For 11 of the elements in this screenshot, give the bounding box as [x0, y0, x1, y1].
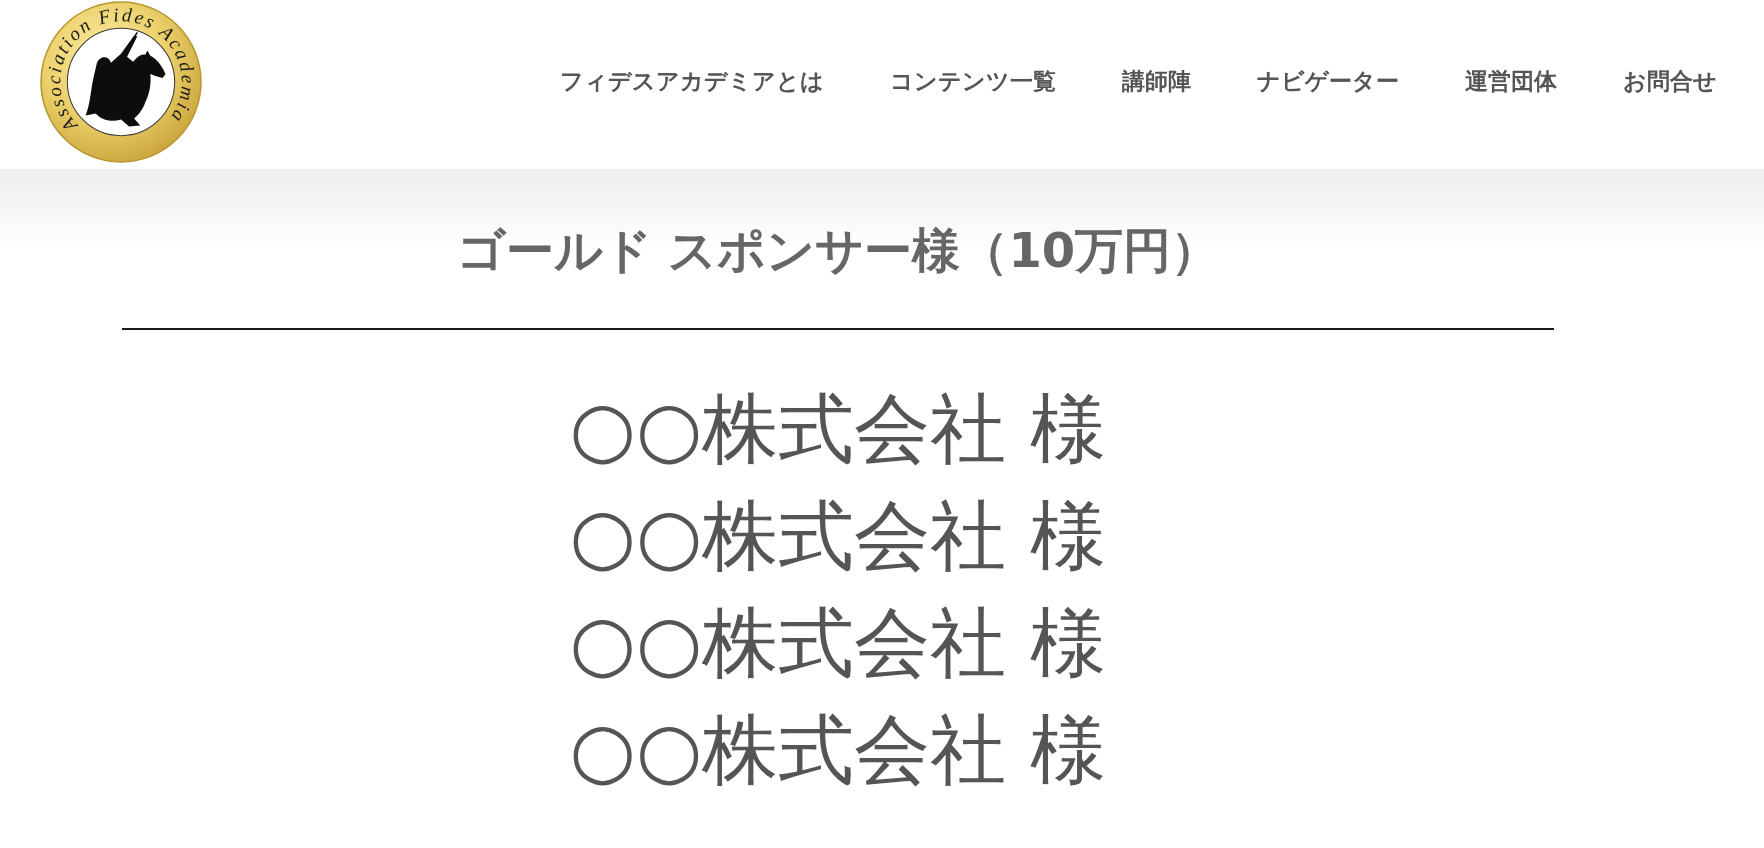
- nav-link[interactable]: お問合せ: [1623, 66, 1717, 97]
- sponsor-name: ○○株式会社 様: [569, 597, 1107, 689]
- nav-link[interactable]: 講師陣: [1122, 66, 1191, 97]
- nav-link[interactable]: コンテンツ一覧: [890, 66, 1056, 97]
- sponsor-name: ○○株式会社 様: [569, 490, 1107, 582]
- sponsor-name: ○○株式会社 様: [569, 383, 1107, 475]
- section-title: ゴールド スポンサー様（10万円）: [456, 221, 1220, 279]
- sponsor-name: ○○株式会社 様: [569, 704, 1107, 796]
- nav-link[interactable]: ナビゲーター: [1257, 66, 1399, 97]
- nav-link[interactable]: 運営団体: [1465, 66, 1557, 97]
- nav-link[interactable]: フィデスアカデミアとは: [560, 66, 824, 97]
